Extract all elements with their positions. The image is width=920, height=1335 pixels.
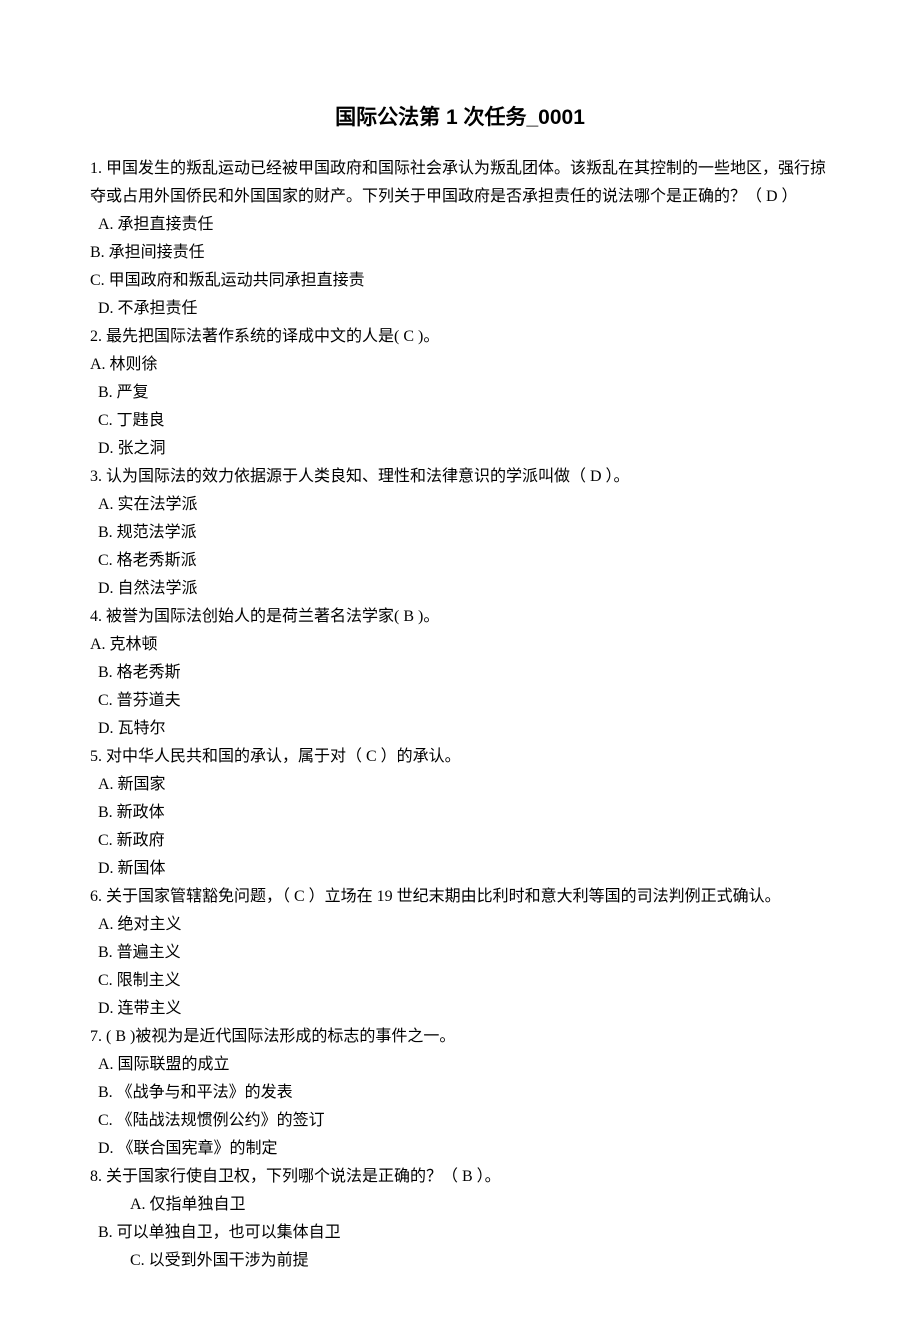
answer-option: C. 甲国政府和叛乱运动共同承担直接责: [90, 267, 830, 295]
answer-option: A. 克林顿: [90, 631, 830, 659]
page-title: 国际公法第 1 次任务_0001: [90, 100, 830, 137]
answer-option: D. 张之洞: [90, 435, 830, 463]
answer-option: B. 普遍主义: [90, 939, 830, 967]
answer-option: D. 新国体: [90, 855, 830, 883]
answer-option: D. 《联合国宪章》的制定: [90, 1135, 830, 1163]
answer-option: B. 格老秀斯: [90, 659, 830, 687]
answer-option: B. 可以单独自卫，也可以集体自卫: [90, 1219, 830, 1247]
answer-option: A. 国际联盟的成立: [90, 1051, 830, 1079]
answer-option: B. 承担间接责任: [90, 239, 830, 267]
answer-option: A. 仅指单独自卫: [90, 1191, 830, 1219]
question-stem: 4. 被誉为国际法创始人的是荷兰著名法学家( B )。: [90, 603, 830, 631]
answer-option: C. 以受到外国干涉为前提: [90, 1247, 830, 1275]
answer-option: C. 新政府: [90, 827, 830, 855]
answer-option: D. 自然法学派: [90, 575, 830, 603]
question-stem: 1. 甲国发生的叛乱运动已经被甲国政府和国际社会承认为叛乱团体。该叛乱在其控制的…: [90, 155, 830, 211]
answer-option: B. 严复: [90, 379, 830, 407]
question-stem: 3. 认为国际法的效力依据源于人类良知、理性和法律意识的学派叫做（ D ）。: [90, 463, 830, 491]
answer-option: C. 格老秀斯派: [90, 547, 830, 575]
answer-option: B. 新政体: [90, 799, 830, 827]
answer-option: C. 《陆战法规惯例公约》的签订: [90, 1107, 830, 1135]
question-stem: 2. 最先把国际法著作系统的译成中文的人是( C )。: [90, 323, 830, 351]
answer-option: C. 普芬道夫: [90, 687, 830, 715]
question-list: 1. 甲国发生的叛乱运动已经被甲国政府和国际社会承认为叛乱团体。该叛乱在其控制的…: [90, 155, 830, 1275]
question-stem: 8. 关于国家行使自卫权，下列哪个说法是正确的？（ B ）。: [90, 1163, 830, 1191]
answer-option: B. 《战争与和平法》的发表: [90, 1079, 830, 1107]
question-stem: 6. 关于国家管辖豁免问题，（ C ）立场在 19 世纪末期由比利时和意大利等国…: [90, 883, 830, 911]
answer-option: C. 丁韪良: [90, 407, 830, 435]
answer-option: B. 规范法学派: [90, 519, 830, 547]
question-stem: 7. ( B )被视为是近代国际法形成的标志的事件之一。: [90, 1023, 830, 1051]
answer-option: D. 瓦特尔: [90, 715, 830, 743]
question-stem: 5. 对中华人民共和国的承认，属于对（ C ）的承认。: [90, 743, 830, 771]
answer-option: C. 限制主义: [90, 967, 830, 995]
answer-option: D. 不承担责任: [90, 295, 830, 323]
answer-option: A. 承担直接责任: [90, 211, 830, 239]
answer-option: D. 连带主义: [90, 995, 830, 1023]
answer-option: A. 新国家: [90, 771, 830, 799]
answer-option: A. 实在法学派: [90, 491, 830, 519]
answer-option: A. 林则徐: [90, 351, 830, 379]
answer-option: A. 绝对主义: [90, 911, 830, 939]
